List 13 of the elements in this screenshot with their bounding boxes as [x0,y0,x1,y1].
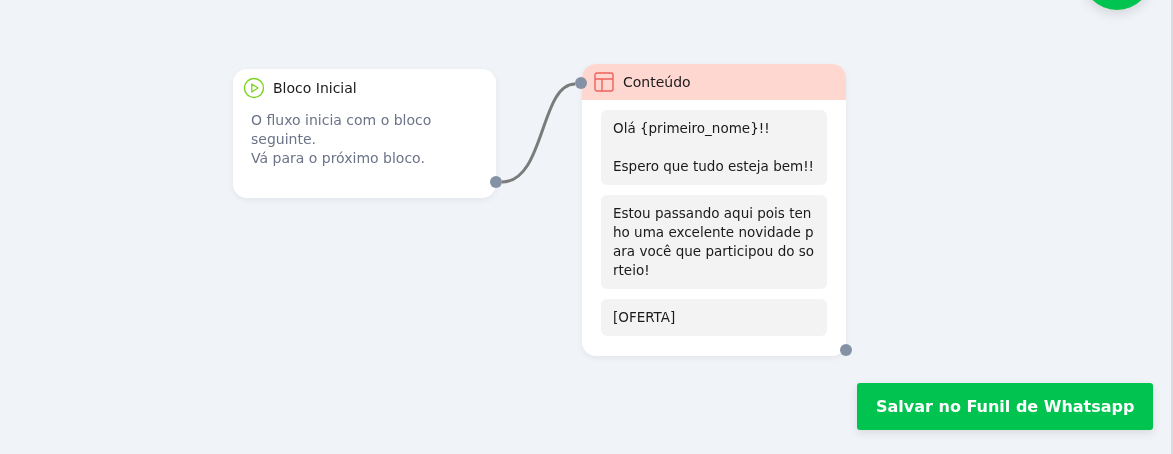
play-icon [243,77,265,99]
node-description: O fluxo inicia com o bloco seguinte. [251,111,433,149]
layout-icon [594,72,614,92]
message-bubble: Olá {primeiro_nome}!! Espero que tudo esteja bem!! [601,110,827,185]
message-bubble: Estou passando aqui pois tenho uma excelente novidade para você que participou do sorteio! [601,195,827,289]
output-port[interactable] [840,344,852,356]
start-node[interactable]: Bloco Inicial O fluxo inicia com o bloco seguinte. Vá para o próximo bloco. [233,69,496,198]
input-port[interactable] [575,77,587,89]
node-title: Bloco Inicial [273,80,357,96]
node-title: Conteúdo [623,74,691,90]
message-bubble: [OFERTA] [601,299,827,336]
node-description: Vá para o próximo bloco. [251,149,426,168]
content-node[interactable]: Conteúdo Olá {primeiro_nome}!! Espero que tudo esteja bem!! Estou passando aqui pois tenho uma excelente novidade para você que participou do sorteio! [OFERTA] [582,64,846,356]
